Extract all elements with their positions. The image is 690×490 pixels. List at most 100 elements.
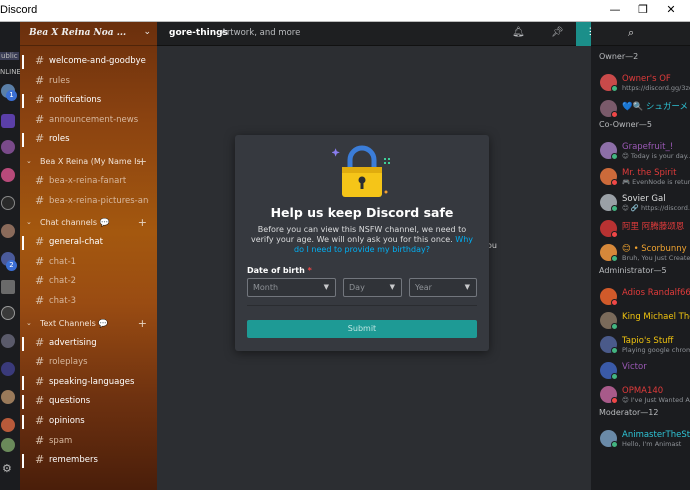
member-item[interactable]: Sovier Gal😊 🔗 https://discord.gg [591,190,690,216]
channel-label: advertising [49,337,97,348]
member-item[interactable]: AnimasterTheStickrHello, I'm Animast [591,426,690,452]
chevron-down-icon[interactable]: ⌄ [143,27,151,37]
chevron-down-icon: ⌄ [26,157,32,165]
channel-label: chat-1 [49,256,77,267]
channel-item[interactable]: # notifications [20,92,157,110]
day-select[interactable]: Day ▼ [343,278,402,297]
year-select[interactable]: Year ▼ [409,278,477,297]
channel-item[interactable]: # welcome-and-goodbye [20,53,157,71]
channel-label: chat-2 [49,276,77,287]
channel-item[interactable]: # advertising [20,335,157,353]
month-select[interactable]: Month ▼ [247,278,336,297]
channel-item[interactable]: # chat-1 [20,254,157,272]
server-icon[interactable] [1,168,15,182]
server-icon[interactable] [1,306,15,320]
member-item[interactable]: 😊 • Scorbunny + Bruh, You Just Created [591,240,690,266]
folder-icon[interactable] [1,280,15,294]
member-item[interactable]: Victor [591,358,690,384]
guild-name: Bea X Reina Noa ... [29,28,127,38]
member-activity: Bruh, You Just Created [622,254,690,262]
channel-item[interactable]: # rules [20,73,157,91]
status-indicator [611,85,618,92]
settings-icon[interactable]: ⚙ [2,462,12,475]
folder-icon[interactable] [1,114,15,128]
channel-item[interactable]: # opinions [20,413,157,431]
member-group-header: Moderator—12 [599,408,659,417]
member-item[interactable]: Owner's OF https://discord.gg/3zcx [591,70,690,96]
channel-item[interactable]: # announcement-news [20,112,157,130]
channel-item[interactable]: # bea-x-reina-fanart [20,173,157,191]
channel-label: opinions [49,416,85,426]
member-item[interactable]: 💙🔍 シュガーメ [591,96,690,122]
channel-item[interactable]: # general-chat [20,234,157,252]
server-icon[interactable] [1,362,15,376]
channel-item[interactable]: # chat-2 [20,273,157,291]
channel-item[interactable]: # roles [20,131,157,149]
member-item[interactable]: Mr. the Spirit🎮 EvenNode is returned [591,164,690,190]
server-icon[interactable] [1,438,15,452]
channel-item[interactable]: # questions [20,393,157,411]
member-item[interactable]: Grapefruit_! 😊 Today is your day... [591,138,690,164]
member-group-header: Owner—2 [599,52,639,61]
members-toggle-button[interactable]: ☰ [576,22,591,46]
member-activity: 😊 Today is your day... [622,152,690,160]
channel-category[interactable]: ⌄ Bea X Reina (My Name Is... + [20,154,157,170]
channel-category[interactable]: ⌄ Text Channels 💬 + [20,316,157,332]
member-name: Sovier Gal [622,194,666,204]
server-icon[interactable] [1,140,15,154]
member-item[interactable]: Tapio's Stuff Playing google chrom [591,332,690,358]
channel-label: bea-x-reina-pictures-and-... [49,195,149,206]
year-placeholder: Year [415,283,432,292]
channel-item[interactable]: # remembers [20,452,157,470]
server-icon[interactable] [1,224,15,238]
member-group-header: Administrator—5 [599,266,667,275]
channel-item[interactable]: # speaking-languages [20,374,157,392]
member-item[interactable]: OPMA140 😊 I've Just Wanted A [591,382,690,408]
channel-label: questions [49,396,91,407]
pin-icon[interactable]: 📌︎ [551,27,564,38]
server-rail: ublic NLINE 1 2 ⚙ [0,22,20,490]
required-mark: * [307,266,312,275]
status-indicator [611,347,618,354]
member-name: Mr. the Spirit [622,168,677,178]
unread-marker [22,55,24,69]
channel-item[interactable]: # bea-x-reina-pictures-and-... [20,193,157,211]
channel-label: chat-3 [49,296,77,306]
member-item[interactable]: Adios Randalf666 [591,284,690,310]
submit-button[interactable]: Submit [247,320,477,338]
server-icon[interactable] [1,418,15,432]
search-icon[interactable]: ⌕ [628,26,634,40]
description-text: Before you can view this NSFW channel, w… [250,225,467,244]
hash-icon: # [35,294,45,307]
channel-item[interactable]: # spam [20,433,157,451]
close-icon[interactable]: ✕ [658,0,684,22]
channel-item[interactable]: # roleplays [20,354,157,372]
member-item[interactable]: 阿里 阿腾藤颂恩 [591,216,690,242]
channel-item[interactable]: # chat-3 [20,293,157,311]
member-name: Grapefruit_! [622,142,674,152]
member-name: Tapio's Stuff [622,336,674,346]
channel-label: roleplays [49,357,88,368]
server-label-public: ublic [0,52,19,60]
hash-icon: # [35,355,45,369]
add-channel-icon[interactable]: + [138,155,147,168]
member-item[interactable]: King Michael The W [591,308,690,334]
channel-sidebar: Bea X Reina Noa ... ⌄ # welcome-and-goodb… [20,22,157,490]
notification-badge: 2 [6,260,17,271]
guild-header[interactable]: Bea X Reina Noa ... ⌄ [20,22,157,46]
maximize-icon[interactable]: ❐ [630,0,656,22]
bell-icon[interactable]: 🔔︎ [512,27,525,38]
unread-marker [22,94,24,109]
hash-icon: # [35,254,45,268]
server-icon[interactable] [1,334,15,348]
server-icon[interactable] [1,390,15,404]
hash-icon: # [35,132,45,146]
minimize-icon[interactable]: — [602,0,628,22]
channel-category[interactable]: ⌄ Chat channels 💬 + [20,215,157,231]
divider [247,305,477,306]
hash-icon: # [35,274,45,288]
unread-marker [22,395,24,410]
add-channel-icon[interactable]: + [138,216,147,229]
add-channel-icon[interactable]: + [138,317,147,330]
server-icon[interactable] [1,196,15,210]
